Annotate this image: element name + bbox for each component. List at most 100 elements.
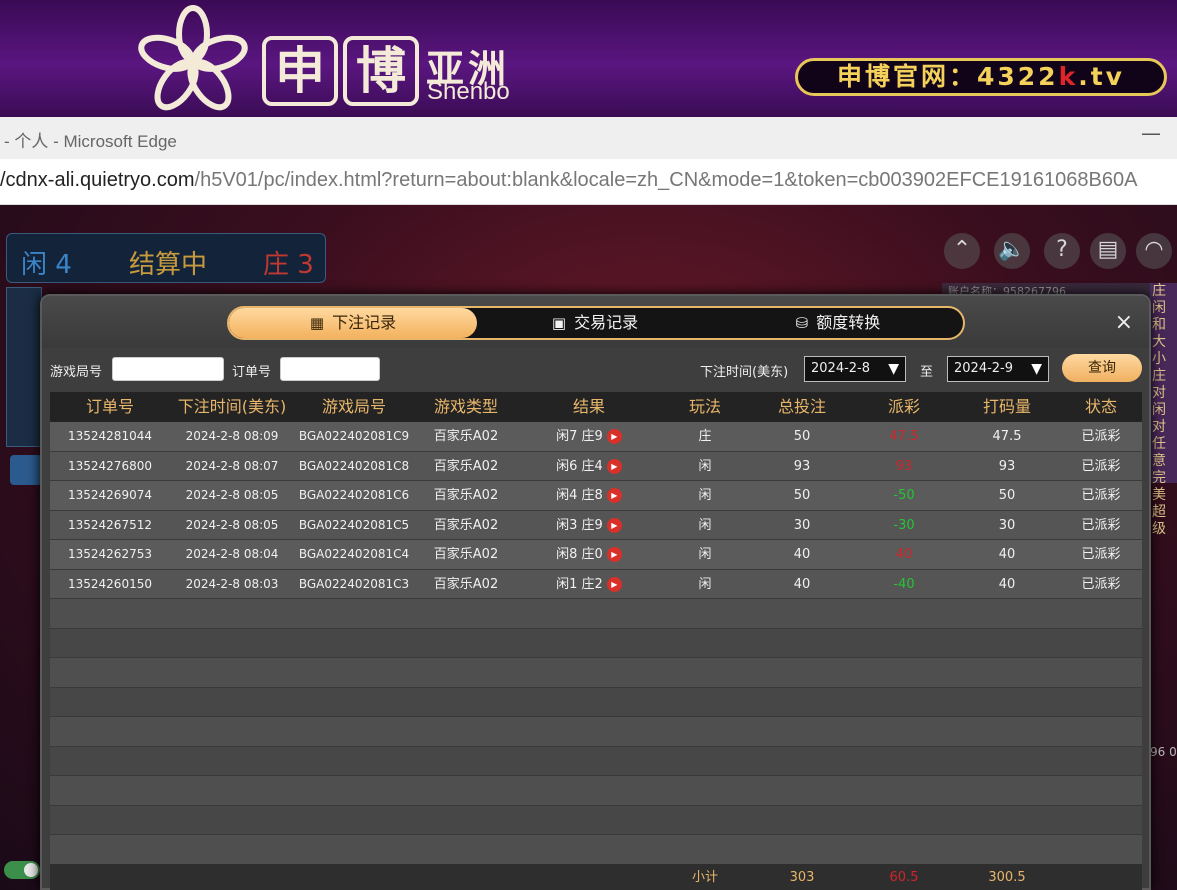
col-result: 结果 [572, 397, 605, 416]
toggle-switch[interactable] [4, 861, 40, 879]
cell-status: 已派彩 [1060, 511, 1142, 540]
replay-icon[interactable]: ▶ [606, 517, 622, 533]
cell-play: 庄 [660, 422, 750, 451]
tab-label: 交易记录 [574, 313, 639, 332]
cell-payout: -30 [854, 511, 954, 540]
cell-result: 闲6 庄4 ▶ [518, 452, 660, 481]
cell-status: 已派彩 [1060, 540, 1142, 569]
url-text[interactable]: /cdnx-ali.quietryo.com/h5V01/pc/index.ht… [0, 169, 1137, 192]
replay-icon[interactable]: ▶ [606, 488, 622, 503]
replay-icon[interactable]: ▶ [606, 458, 622, 474]
flower-logo-icon [138, 5, 248, 111]
side-button[interactable] [10, 455, 42, 485]
site-badge-tail: .tv [1078, 62, 1125, 91]
tab-bet-records[interactable]: ▦ 下注记录 [229, 308, 477, 338]
game_no-value: BGA022402081C5 [298, 517, 410, 532]
cell-play: 闲 [660, 570, 750, 599]
order-value: 13524281044 [68, 429, 152, 443]
play-value: 闲 [698, 488, 712, 503]
logo-english-text: Shenbo [427, 78, 510, 105]
subtotal-turnover: 300.5 [988, 870, 1026, 885]
tab-label: 下注记录 [332, 313, 397, 332]
game-no-input[interactable] [112, 357, 224, 381]
table-row: 13524276800 2024-2-8 08:07 BGA022402081C8 百… [50, 451, 1142, 481]
bet-value: 40 [793, 547, 811, 562]
close-icon[interactable]: × [1115, 312, 1133, 334]
speaker-icon[interactable]: 🔈 [994, 233, 1030, 269]
col-turnover: 打码量 [982, 397, 1031, 416]
replay-icon[interactable]: ▶ [606, 547, 622, 562]
query-button[interactable]: 查询 [1062, 354, 1142, 382]
round-status-bar: 闲 4 结算中 庄 3 [6, 233, 326, 283]
payout-value: 93 [895, 458, 913, 474]
side-numbers: 96 0 [1150, 745, 1177, 759]
address-bar[interactable]: /cdnx-ali.quietryo.com/h5V01/pc/index.ht… [0, 159, 1177, 205]
empty-row [50, 628, 1142, 658]
document-icon[interactable]: ▤ [1090, 233, 1126, 269]
filter-bar: 游戏局号 订单号 下注时间(美东) 2024-2-8 ▼ 至 2024-2-9 ▼ … [42, 352, 1149, 390]
banker-score: 庄 3 [263, 250, 314, 280]
cell-type: 百家乐A02 [414, 452, 518, 481]
order-no-input[interactable] [280, 357, 380, 381]
payout-value: -30 [893, 517, 915, 533]
type-value: 百家乐A02 [433, 547, 499, 562]
footer-cell [518, 864, 660, 890]
replay-icon[interactable]: ▶ [606, 429, 622, 444]
browser-titlebar: - 个人 - Microsoft Edge — [0, 117, 1177, 159]
modal-header: ▦ 下注记录 ▣ 交易记录 ⛁ 额度转换 × [42, 296, 1149, 348]
turnover-value: 30 [998, 517, 1016, 533]
cell-payout: -50 [854, 481, 954, 510]
time-value: 2024-2-8 08:05 [185, 488, 279, 502]
table-row: 13524262753 2024-2-8 08:04 BGA022402081C4 百… [50, 540, 1142, 570]
cell-type: 百家乐A02 [414, 481, 518, 510]
tab-transaction-records[interactable]: ▣ 交易记录 [477, 308, 713, 338]
subtotal-label: 小计 [691, 870, 718, 885]
cell-bet: 40 [750, 570, 854, 599]
table-body: 13524281044 2024-2-8 08:09 BGA022402081C9 百… [50, 422, 1142, 865]
wifi-icon: ◠ [1136, 233, 1172, 269]
turnover-value: 47.5 [992, 429, 1022, 444]
bet-type-strip: 庄闲和大小庄对闲对任意完美超级 [1150, 283, 1177, 537]
empty-row [50, 658, 1142, 688]
help-icon[interactable]: ? [1044, 233, 1080, 269]
cell-order: 13524267512 [50, 511, 170, 540]
time-value: 2024-2-8 08:04 [185, 547, 279, 561]
result-value: 闲1 庄2 [556, 576, 603, 592]
col-game-no: 游戏局号 [321, 397, 386, 416]
footer-cell [50, 864, 170, 890]
col-time: 下注时间(美东) [177, 397, 287, 416]
payout-value: -40 [893, 576, 915, 592]
date-to-select[interactable]: 2024-2-9 ▼ [947, 356, 1049, 382]
col-order: 订单号 [85, 397, 134, 416]
site-badge-red: k [1058, 62, 1079, 91]
type-value: 百家乐A02 [433, 517, 499, 533]
cell-game_no: BGA022402081C5 [294, 511, 414, 540]
result-value: 闲6 庄4 [556, 458, 603, 474]
replay-icon[interactable]: ▶ [606, 576, 622, 592]
date-from-select[interactable]: 2024-2-8 ▼ [804, 356, 906, 382]
payout-value: -50 [893, 488, 915, 503]
tab-credit-transfer[interactable]: ⛁ 额度转换 [713, 308, 963, 338]
game-toolbar: ⌃ 🔈 ? ▤ ◠ [944, 233, 1177, 273]
cell-turnover: 40 [954, 570, 1060, 599]
cell-play: 闲 [660, 511, 750, 540]
cell-turnover: 30 [954, 511, 1060, 540]
logo-char-2: 博 [343, 36, 419, 106]
cell-bet: 50 [750, 422, 854, 451]
cell-play: 闲 [660, 452, 750, 481]
time-value: 2024-2-8 08:09 [185, 429, 279, 443]
play-value: 闲 [698, 517, 712, 533]
time-value: 2024-2-8 08:05 [185, 517, 279, 532]
coins-icon: ⛁ [795, 314, 809, 332]
site-url-badge[interactable]: 申博官网：4322k.tv [795, 58, 1167, 96]
url-path: /h5V01/pc/index.html?return=about:blank&… [194, 169, 1138, 191]
chevron-up-icon[interactable]: ⌃ [944, 233, 980, 269]
cell-turnover: 50 [954, 481, 1060, 510]
bet-value: 50 [793, 488, 811, 503]
bet-value: 30 [793, 517, 811, 533]
payout-value: 40 [895, 547, 913, 562]
dropdown-arrow-icon: ▼ [1031, 361, 1042, 377]
cell-result: 闲8 庄0 ▶ [518, 540, 660, 569]
minimize-button[interactable]: — [1141, 121, 1161, 145]
game_no-value: BGA022402081C9 [298, 429, 410, 443]
